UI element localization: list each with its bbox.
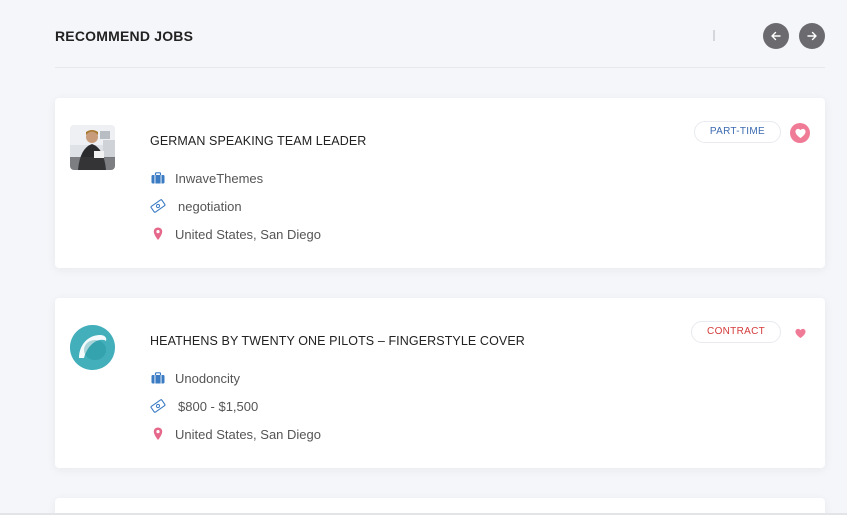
- money-tag-icon: [150, 198, 166, 214]
- arrow-left-icon: [771, 31, 781, 41]
- person-at-desk-photo: [70, 125, 115, 170]
- job-type-badge: CONTRACT: [691, 321, 781, 343]
- company-row: Unodoncity: [150, 370, 240, 386]
- section-header: RECOMMEND JOBS: [55, 0, 825, 68]
- section-title: RECOMMEND JOBS: [55, 28, 194, 44]
- recommend-jobs-page: RECOMMEND JOBS GERMAN SPEAKING TEAM LEAD…: [0, 0, 847, 515]
- favorite-button[interactable]: [790, 323, 810, 343]
- favorite-button[interactable]: [790, 123, 810, 143]
- salary: $800 - $1,500: [178, 398, 259, 414]
- heart-icon: [794, 128, 806, 138]
- company-name: Unodoncity: [175, 370, 241, 386]
- arrow-right-icon: [807, 31, 817, 41]
- salary: negotiation: [178, 198, 242, 214]
- location-row: United States, San Diego: [150, 226, 321, 242]
- salary-row: $800 - $1,500: [150, 398, 258, 414]
- header-divider: [713, 30, 715, 41]
- location-pin-icon: [150, 226, 166, 242]
- location-row: United States, San Diego: [150, 426, 321, 442]
- salary-row: negotiation: [150, 198, 242, 214]
- company-logo[interactable]: [70, 325, 115, 370]
- job-title[interactable]: HEATHENS BY TWENTY ONE PILOTS – FINGERST…: [150, 334, 525, 348]
- job-card[interactable]: HEATHENS BY TWENTY ONE PILOTS – FINGERST…: [55, 298, 825, 468]
- next-button[interactable]: [799, 23, 825, 49]
- location: United States, San Diego: [175, 426, 321, 442]
- company-logo[interactable]: [70, 125, 115, 170]
- previous-button[interactable]: [763, 23, 789, 49]
- heart-icon: [794, 328, 806, 338]
- job-card[interactable]: GERMAN SPEAKING TEAM LEADER InwaveThemes…: [55, 98, 825, 268]
- money-tag-icon: [150, 398, 166, 414]
- job-type-badge: PART-TIME: [693, 121, 781, 143]
- job-title[interactable]: GERMAN SPEAKING TEAM LEADER: [150, 134, 366, 148]
- location: United States, San Diego: [175, 226, 321, 242]
- location-pin-icon: [150, 426, 166, 442]
- teal-circle-logo: [70, 325, 115, 370]
- briefcase-icon: [150, 170, 166, 186]
- company-name: InwaveThemes: [175, 170, 264, 186]
- briefcase-icon: [150, 370, 166, 386]
- company-row: InwaveThemes: [150, 170, 263, 186]
